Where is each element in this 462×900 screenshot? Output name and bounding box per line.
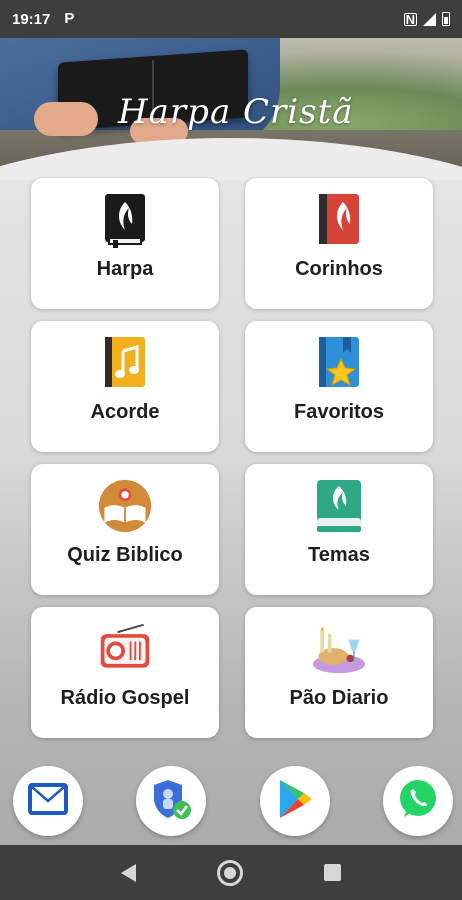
security-button[interactable] <box>136 766 206 836</box>
radio-icon <box>97 621 153 677</box>
security-shield-icon <box>148 776 194 827</box>
app-title: Harpa Cristã <box>118 92 354 132</box>
back-icon[interactable] <box>120 863 136 882</box>
menu-label-pao-diario: Pão Diario <box>289 687 389 709</box>
menu-label-corinhos: Corinhos <box>295 258 383 280</box>
status-bar: 19:17 P N <box>0 0 462 38</box>
header-banner: Harpa Cristã <box>0 38 462 180</box>
status-icons: N <box>403 11 450 27</box>
menu-tile-radio-gospel[interactable]: Rádio Gospel <box>31 607 219 738</box>
star-bookmark-book-icon <box>311 335 367 391</box>
home-icon[interactable] <box>216 859 243 886</box>
signal-icon <box>423 12 436 26</box>
open-book-quiz-icon <box>97 478 153 534</box>
menu-grid: Harpa Corinhos Acorde Favoritos Quiz Bib… <box>31 178 433 738</box>
bottom-actions <box>0 766 462 836</box>
whatsapp-icon <box>396 777 440 826</box>
parking-icon: P <box>64 10 75 27</box>
menu-label-favoritos: Favoritos <box>293 401 385 423</box>
red-bible-book-icon <box>311 192 367 248</box>
whatsapp-button[interactable] <box>383 766 453 836</box>
menu-label-temas: Temas <box>308 544 370 566</box>
menu-label-acorde: Acorde <box>90 401 160 423</box>
status-time: 19:17 <box>12 10 51 28</box>
menu-tile-corinhos[interactable]: Corinhos <box>245 178 433 309</box>
mail-button[interactable] <box>13 766 83 836</box>
menu-tile-favoritos[interactable]: Favoritos <box>245 321 433 452</box>
bread-wine-icon <box>311 621 367 677</box>
menu-label-quiz-biblico: Quiz Biblico <box>67 544 183 566</box>
play-store-icon <box>276 778 314 825</box>
music-note-book-icon <box>97 335 153 391</box>
mail-icon <box>26 781 70 822</box>
nfc-icon: N <box>403 11 417 27</box>
menu-tile-acorde[interactable]: Acorde <box>31 321 219 452</box>
play-store-button[interactable] <box>260 766 330 836</box>
battery-icon <box>442 12 450 26</box>
navigation-bar <box>0 845 462 900</box>
menu-tile-pao-diario[interactable]: Pão Diario <box>245 607 433 738</box>
menu-tile-harpa[interactable]: Harpa <box>31 178 219 309</box>
menu-tile-quiz-biblico[interactable]: Quiz Biblico <box>31 464 219 595</box>
menu-tile-temas[interactable]: Temas <box>245 464 433 595</box>
black-bible-book-icon <box>97 192 153 248</box>
recent-apps-icon[interactable] <box>324 864 342 881</box>
menu-label-radio-gospel: Rádio Gospel <box>60 687 190 709</box>
menu-label-harpa: Harpa <box>96 258 154 280</box>
green-book-icon <box>311 478 367 534</box>
